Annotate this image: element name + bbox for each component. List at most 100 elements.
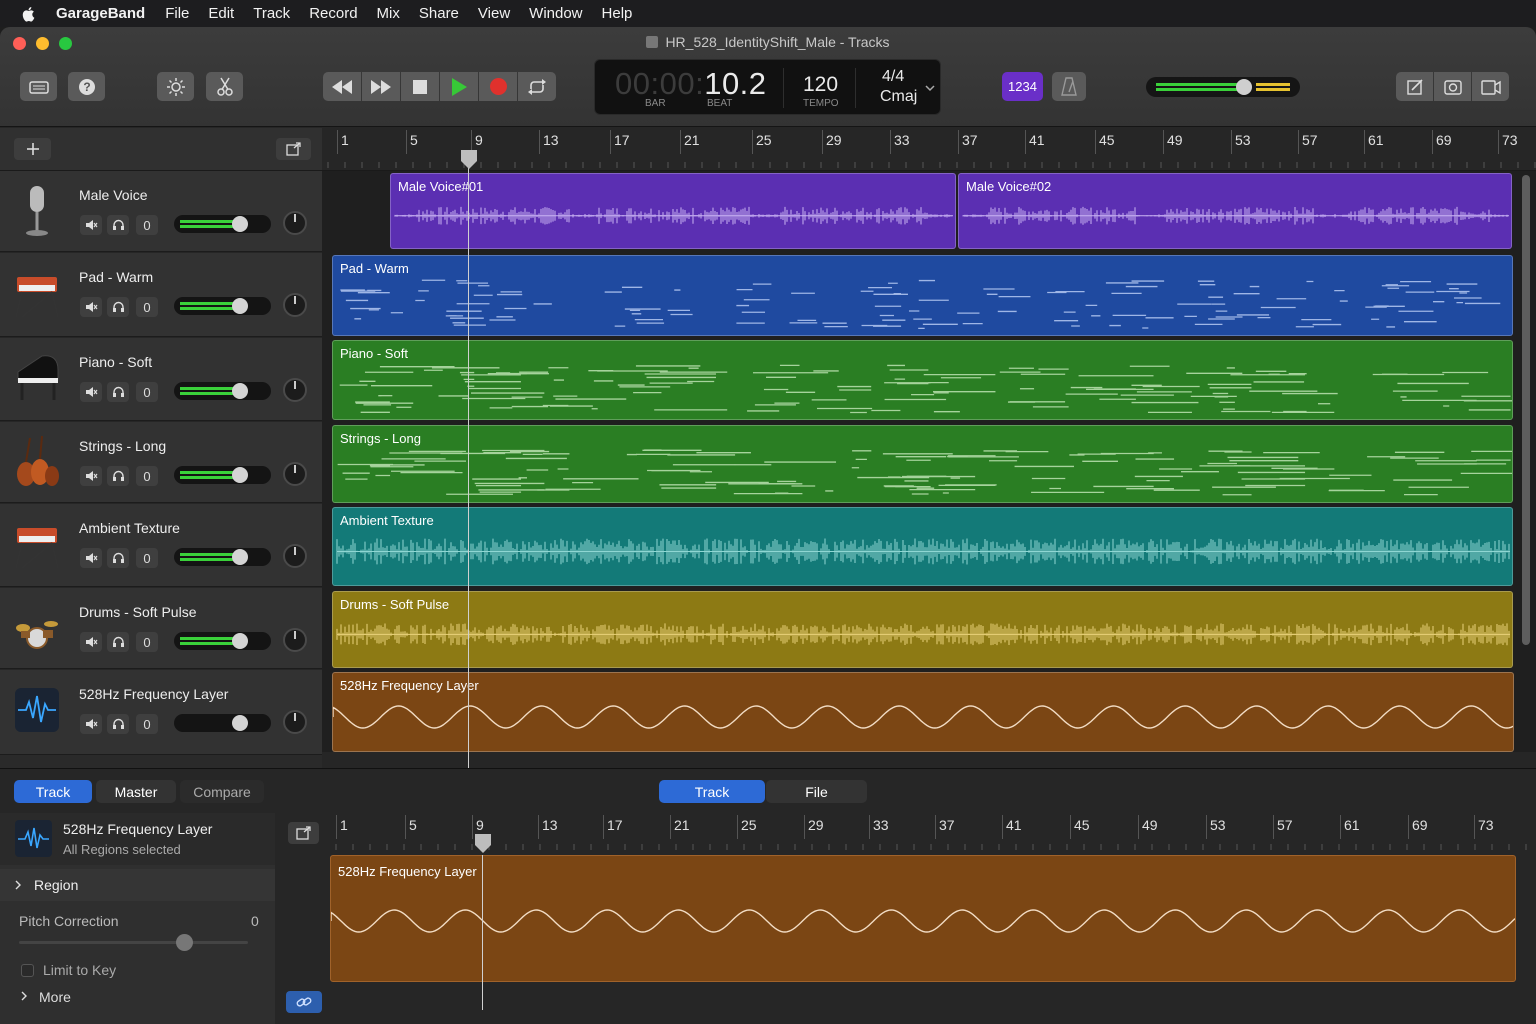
menu-help[interactable]: Help <box>602 5 633 22</box>
menu-app-name[interactable]: GarageBand <box>56 5 145 22</box>
region-5[interactable]: Strings - Long <box>332 425 1513 503</box>
tab-track-inspector[interactable]: Track <box>14 780 92 803</box>
key-signature[interactable]: Cmaj <box>880 88 917 106</box>
media-browser-button[interactable] <box>1472 72 1509 101</box>
track-volume-slider[interactable] <box>174 382 271 400</box>
editor-catch-button[interactable] <box>288 822 319 844</box>
timeline-ruler[interactable]: 1 5 9 13 17 21 25 29 33 37 41 45 49 53 57 61 69 73 <box>322 128 1536 171</box>
region-section-header[interactable]: Region <box>0 869 275 901</box>
cycle-button[interactable] <box>518 72 556 101</box>
pan-knob[interactable] <box>283 628 307 652</box>
track-volume-slider[interactable] <box>174 632 271 650</box>
mute-button[interactable] <box>80 714 102 734</box>
volume-knob[interactable] <box>232 383 248 399</box>
mute-button[interactable] <box>80 466 102 486</box>
link-button[interactable] <box>286 991 322 1013</box>
track-header-6[interactable]: Drums - Soft Pulse 0 <box>0 588 322 669</box>
tab-master[interactable]: Master <box>96 780 176 803</box>
more-label[interactable]: More <box>39 989 71 1005</box>
pitch-correction-slider[interactable] <box>19 941 248 944</box>
notepad-button[interactable] <box>1396 72 1433 101</box>
vertical-scrollbar[interactable] <box>1522 175 1530 645</box>
tab-file[interactable]: File <box>766 780 867 803</box>
solo-button[interactable] <box>107 297 129 317</box>
region-8[interactable]: 528Hz Frequency Layer <box>332 672 1514 752</box>
solo-button[interactable] <box>107 714 129 734</box>
track-volume-slider[interactable] <box>174 215 271 233</box>
track-header-4[interactable]: Strings - Long 0 <box>0 422 322 503</box>
volume-knob[interactable] <box>232 467 248 483</box>
tempo-value[interactable]: 120 <box>803 73 838 97</box>
volume-knob[interactable] <box>232 633 248 649</box>
chevron-right-icon[interactable] <box>20 991 28 1001</box>
chevron-down-icon[interactable] <box>925 84 935 92</box>
editor-region[interactable]: 528Hz Frequency Layer <box>330 855 1516 982</box>
track-volume-slider[interactable] <box>174 466 271 484</box>
editor-ruler[interactable]: 1 5 9 13 17 21 25 29 33 37 41 45 49 53 57 61 69 73 <box>330 813 1536 854</box>
add-track-button[interactable] <box>14 138 51 160</box>
playhead-handle-icon[interactable] <box>460 149 478 169</box>
master-volume-knob[interactable] <box>1236 79 1252 95</box>
fast-forward-button[interactable] <box>362 72 400 101</box>
rewind-button[interactable] <box>323 72 361 101</box>
metronome-button[interactable] <box>1052 72 1086 101</box>
pan-knob[interactable] <box>283 544 307 568</box>
menu-edit[interactable]: Edit <box>208 5 234 22</box>
region-6[interactable]: Ambient Texture <box>332 507 1513 586</box>
count-in-button[interactable]: 1234 <box>1002 72 1043 101</box>
mute-button[interactable] <box>80 632 102 652</box>
track-header-1[interactable]: Male Voice 0 <box>0 171 322 252</box>
apple-logo-icon[interactable] <box>20 5 38 23</box>
pan-knob[interactable] <box>283 293 307 317</box>
track-value-field[interactable]: 0 <box>136 548 158 568</box>
track-volume-slider[interactable] <box>174 714 271 732</box>
solo-button[interactable] <box>107 548 129 568</box>
lcd-display[interactable]: 00:00:10.2 BAR BEAT 120 TEMPO 4/4 Cmaj <box>594 59 941 115</box>
play-button[interactable] <box>440 72 478 101</box>
playhead-line[interactable] <box>468 151 469 782</box>
track-value-field[interactable]: 0 <box>136 215 158 235</box>
track-volume-slider[interactable] <box>174 548 271 566</box>
stop-button[interactable] <box>401 72 439 101</box>
region-3[interactable]: Pad - Warm <box>332 255 1513 336</box>
mute-button[interactable] <box>80 548 102 568</box>
record-button[interactable] <box>479 72 517 101</box>
track-header-3[interactable]: Piano - Soft 0 <box>0 338 322 421</box>
editor-playhead-handle-icon[interactable] <box>474 833 492 853</box>
menu-track[interactable]: Track <box>253 5 290 22</box>
editors-button[interactable] <box>206 72 243 101</box>
menu-view[interactable]: View <box>478 5 510 22</box>
menu-file[interactable]: File <box>165 5 189 22</box>
time-signature[interactable]: 4/4 <box>882 68 904 86</box>
track-header-5[interactable]: Ambient Texture 0 <box>0 504 322 587</box>
track-value-field[interactable]: 0 <box>136 297 158 317</box>
tab-track-editor[interactable]: Track <box>659 780 765 803</box>
smart-controls-button[interactable] <box>157 72 194 101</box>
catch-playhead-button[interactable] <box>276 138 311 160</box>
track-value-field[interactable]: 0 <box>136 466 158 486</box>
region-1[interactable]: Male Voice#01 <box>390 173 956 249</box>
editor-playhead-line[interactable] <box>482 855 483 1010</box>
track-header-7[interactable]: 528Hz Frequency Layer 0 <box>0 670 322 755</box>
menu-mix[interactable]: Mix <box>377 5 400 22</box>
volume-knob[interactable] <box>232 549 248 565</box>
library-button[interactable] <box>20 72 57 101</box>
volume-knob[interactable] <box>232 216 248 232</box>
loop-browser-button[interactable] <box>1434 72 1471 101</box>
limit-to-key-checkbox[interactable] <box>21 964 34 977</box>
solo-button[interactable] <box>107 632 129 652</box>
pan-knob[interactable] <box>283 710 307 734</box>
solo-button[interactable] <box>107 466 129 486</box>
pan-knob[interactable] <box>283 211 307 235</box>
mute-button[interactable] <box>80 215 102 235</box>
tab-compare[interactable]: Compare <box>180 780 264 803</box>
volume-knob[interactable] <box>232 298 248 314</box>
pan-knob[interactable] <box>283 462 307 486</box>
tracks-area[interactable]: Male Voice#01 Male Voice#02 Pad - Warm Pian… <box>322 171 1536 768</box>
track-value-field[interactable]: 0 <box>136 382 158 402</box>
track-volume-slider[interactable] <box>174 297 271 315</box>
pan-knob[interactable] <box>283 378 307 402</box>
track-value-field[interactable]: 0 <box>136 714 158 734</box>
region-7[interactable]: Drums - Soft Pulse <box>332 591 1513 668</box>
quick-help-button[interactable]: ? <box>68 72 105 101</box>
